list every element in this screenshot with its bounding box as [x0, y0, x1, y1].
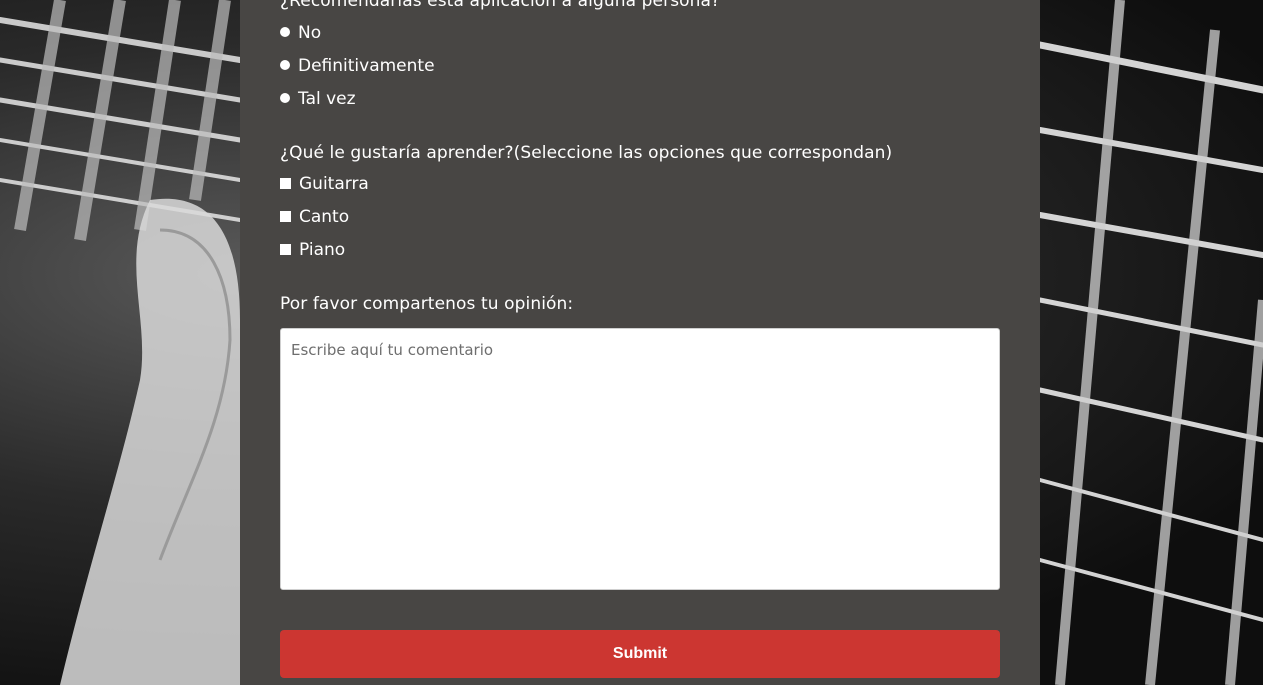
recommend-question: ¿Recomendarías esta aplicación a alguna … — [280, 0, 721, 11]
radio-option-no[interactable]: No — [280, 22, 321, 44]
radio-button[interactable] — [280, 26, 290, 37]
radio-option-label: Definitivamente — [298, 56, 435, 76]
radio-button[interactable] — [280, 92, 290, 103]
checkbox-option-label: Guitarra — [299, 174, 369, 194]
survey-form: ¿Recomendarías esta aplicación a alguna … — [240, 0, 1040, 685]
submit-button[interactable]: Submit — [280, 630, 1000, 678]
checkbox-option-label: Piano — [299, 240, 346, 260]
radio-option-definitivamente[interactable]: Definitivamente — [280, 55, 435, 77]
checkbox-option-guitarra[interactable]: Guitarra — [280, 173, 369, 195]
checkbox-option-canto[interactable]: Canto — [280, 206, 349, 228]
learn-question: ¿Qué le gustaría aprender?(Seleccione la… — [280, 143, 893, 163]
checkbox[interactable] — [280, 243, 291, 255]
radio-option-label: Tal vez — [298, 89, 356, 109]
checkbox[interactable] — [280, 210, 291, 222]
comment-textarea[interactable] — [280, 328, 1000, 590]
radio-button[interactable] — [280, 59, 290, 70]
checkbox-option-label: Canto — [299, 207, 350, 227]
radio-option-tal-vez[interactable]: Tal vez — [280, 88, 356, 110]
opinion-question: Por favor compartenos tu opinión: — [280, 294, 574, 314]
radio-option-label: No — [298, 23, 322, 43]
checkbox[interactable] — [280, 177, 291, 189]
checkbox-option-piano[interactable]: Piano — [280, 239, 345, 261]
